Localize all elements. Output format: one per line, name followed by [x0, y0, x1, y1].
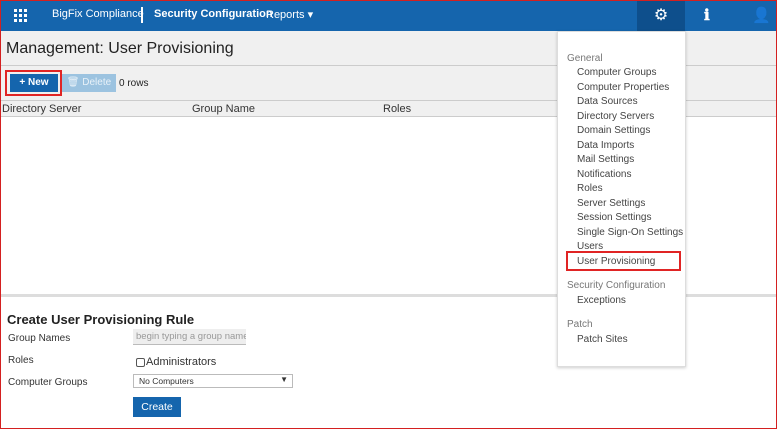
user-icon[interactable]: 👤	[752, 0, 771, 31]
menu-item-data-imports[interactable]: Data Imports	[577, 140, 634, 151]
menu-item-single-sign-on-settings[interactable]: Single Sign-On Settings	[577, 227, 683, 238]
menu-item-server-settings[interactable]: Server Settings	[577, 198, 645, 209]
menu-item-exceptions[interactable]: Exceptions	[577, 295, 626, 306]
menu-item-data-sources[interactable]: Data Sources	[577, 96, 638, 107]
caret-down-icon: ▼	[280, 375, 288, 384]
computer-groups-select[interactable]: No Computers ▼	[133, 374, 293, 388]
group-names-input[interactable]: begin typing a group name	[133, 329, 246, 345]
menu-item-roles[interactable]: Roles	[577, 183, 603, 194]
menu-header-general: General	[567, 53, 603, 64]
menu-header-security: Security Configuration	[567, 280, 666, 291]
group-names-label: Group Names	[8, 333, 71, 344]
column-group-name[interactable]: Group Name	[192, 103, 255, 115]
column-roles[interactable]: Roles	[383, 103, 411, 115]
info-icon[interactable]: ℹ	[704, 0, 710, 31]
top-nav: BigFix Compliance Security Configuration…	[0, 0, 777, 31]
menu-item-computer-properties[interactable]: Computer Properties	[577, 82, 669, 93]
brand-link[interactable]: BigFix Compliance	[52, 8, 144, 20]
menu-item-users[interactable]: Users	[577, 241, 603, 252]
create-button[interactable]: Create	[133, 397, 181, 417]
page-title: Management: User Provisioning	[6, 40, 234, 57]
roles-label: Roles	[8, 355, 34, 366]
column-directory-server[interactable]: Directory Server	[2, 103, 81, 115]
menu-item-domain-settings[interactable]: Domain Settings	[577, 125, 650, 136]
menu-item-user-provisioning[interactable]: User Provisioning	[577, 256, 655, 267]
nav-reports-menu[interactable]: Reports ▾	[266, 8, 313, 21]
nav-security-configuration[interactable]: Security Configuration	[154, 8, 273, 20]
apps-grid-icon[interactable]	[14, 9, 27, 22]
divider	[141, 7, 143, 23]
computer-groups-label: Computer Groups	[8, 377, 88, 388]
menu-item-session-settings[interactable]: Session Settings	[577, 212, 652, 223]
form-title: Create User Provisioning Rule	[7, 312, 195, 327]
gear-icon[interactable]: ⚙	[637, 0, 685, 31]
administrators-checkbox[interactable]: Administrators	[136, 356, 216, 368]
highlight-box	[5, 70, 62, 96]
menu-item-directory-servers[interactable]: Directory Servers	[577, 111, 654, 122]
administrators-label: Administrators	[146, 356, 217, 368]
checkbox-icon[interactable]	[136, 357, 145, 367]
menu-item-computer-groups[interactable]: Computer Groups	[577, 67, 656, 78]
row-count: 0 rows	[119, 78, 149, 89]
settings-dropdown-menu: General Security Configuration Exception…	[557, 31, 686, 367]
menu-header-patch: Patch	[567, 319, 593, 330]
delete-button[interactable]: 🗑 Delete	[62, 74, 116, 92]
menu-item-notifications[interactable]: Notifications	[577, 169, 631, 180]
menu-item-mail-settings[interactable]: Mail Settings	[577, 154, 634, 165]
selected-value: No Computers	[139, 376, 194, 386]
menu-item-patch-sites[interactable]: Patch Sites	[577, 334, 628, 345]
